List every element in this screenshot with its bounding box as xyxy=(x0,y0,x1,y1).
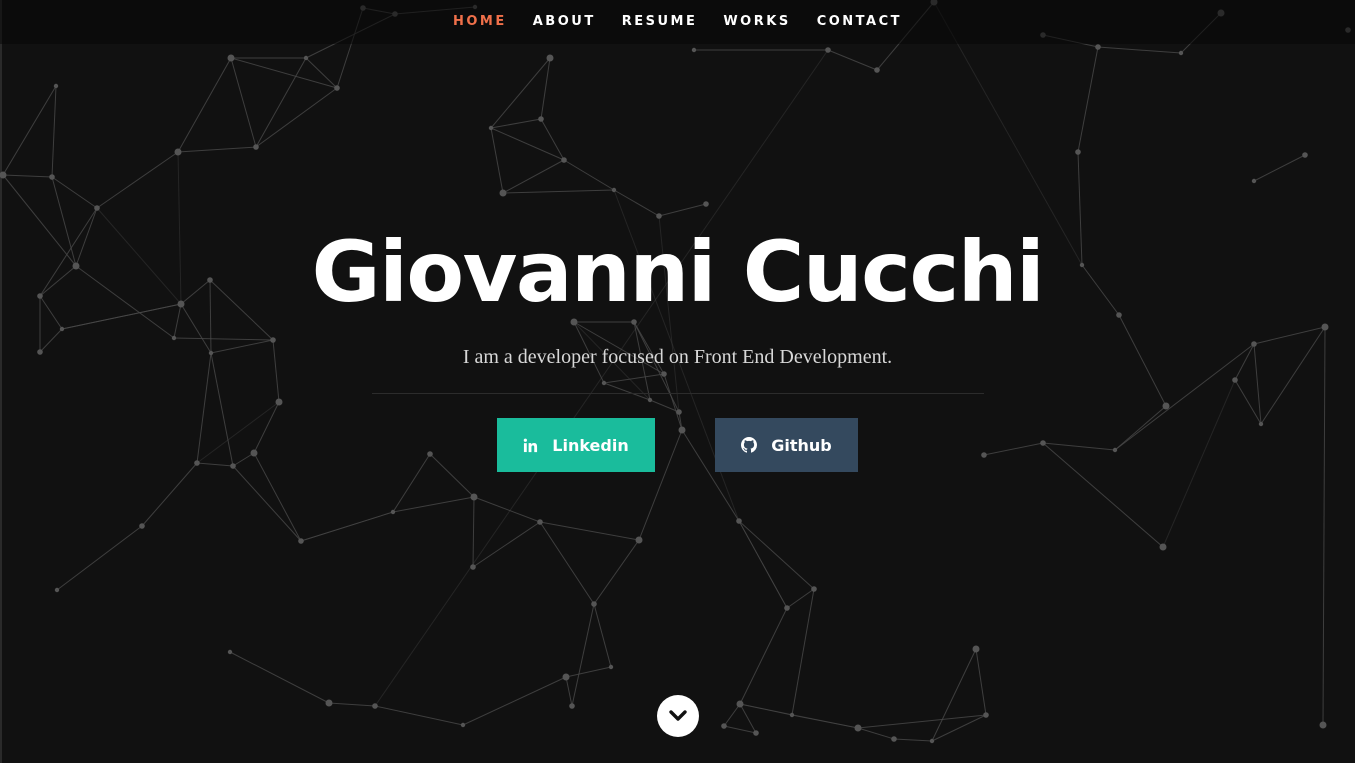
linkedin-button-label: Linkedin xyxy=(552,435,629,455)
linkedin-icon xyxy=(523,438,538,453)
github-button[interactable]: Github xyxy=(715,418,858,472)
scroll-down-button[interactable] xyxy=(657,695,699,737)
hero-tagline: I am a developer focused on Front End De… xyxy=(462,346,893,368)
github-icon xyxy=(741,437,758,453)
hero-divider xyxy=(372,393,984,394)
page: HOME ABOUT RESUME WORKS CONTACT Giovanni… xyxy=(0,0,1355,763)
hero-section: Giovanni Cucchi I am a developer focused… xyxy=(0,0,1355,763)
hero-title: Giovanni Cucchi xyxy=(311,223,1045,321)
chevron-down-icon xyxy=(668,709,688,723)
github-button-label: Github xyxy=(771,435,832,455)
linkedin-button[interactable]: Linkedin xyxy=(497,418,655,472)
